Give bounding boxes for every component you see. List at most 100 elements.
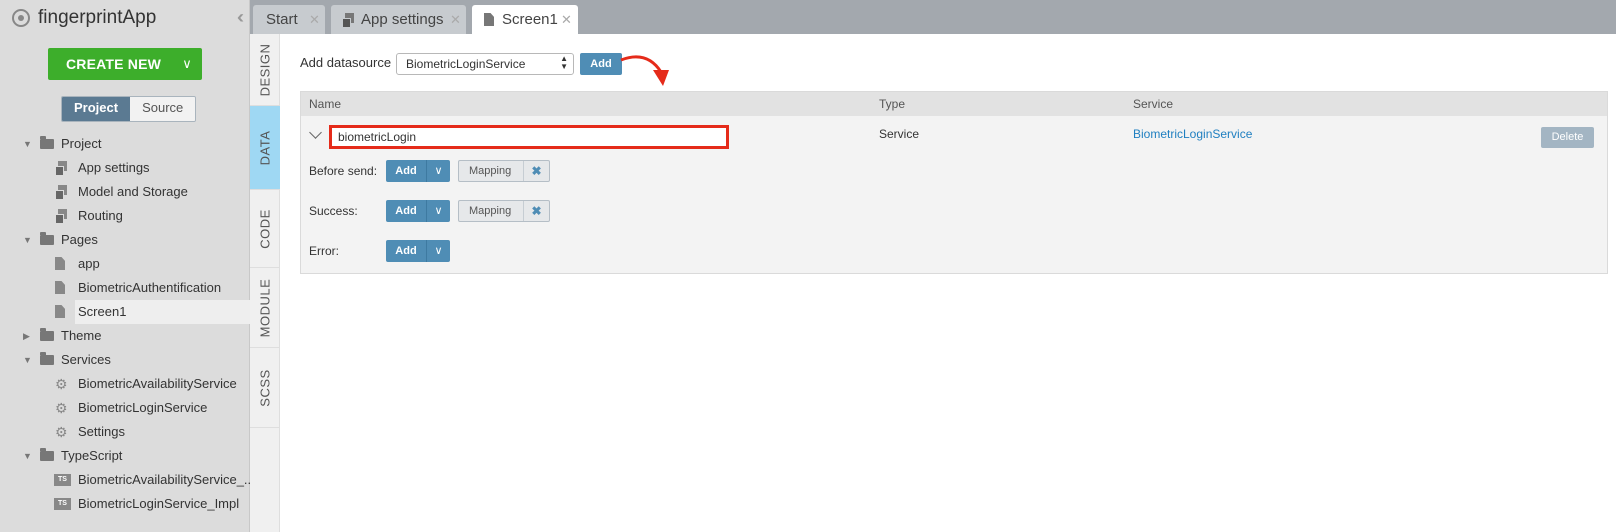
folder-icon: [40, 328, 54, 341]
tab-app-settings-label: App settings: [361, 11, 444, 28]
caret-down-icon[interactable]: ▼: [23, 444, 32, 468]
tree-item[interactable]: Model and Storage: [0, 180, 250, 204]
mapping-label: Mapping: [469, 205, 512, 217]
tree-item-label: Project: [61, 136, 102, 151]
tab-scss[interactable]: SCSS: [250, 348, 280, 428]
caret-right-icon[interactable]: ▶: [23, 324, 30, 348]
folder-icon: [40, 448, 54, 461]
editor-tab-bar: Start ✕ App settings ✕ Screen1 ✕: [250, 0, 1616, 34]
ts-icon: TS: [54, 474, 71, 486]
datasource-select[interactable]: BiometricLoginService ▲ ▼: [396, 53, 574, 75]
datasource-name-input[interactable]: biometricLogin: [329, 125, 729, 149]
tab-app-settings[interactable]: App settings ✕: [331, 5, 466, 34]
settings-icon: [55, 185, 68, 200]
tree-item[interactable]: app: [0, 252, 250, 276]
success-add-button[interactable]: Add ∨: [386, 200, 450, 222]
gear-icon: ⚙: [55, 376, 68, 392]
tree-item-label: Settings: [78, 424, 125, 439]
caret-down-icon[interactable]: ▼: [23, 348, 32, 372]
app-header: fingerprintApp: [0, 0, 249, 36]
error-label: Error:: [309, 244, 339, 258]
tab-screen1[interactable]: Screen1 ✕: [472, 5, 578, 34]
folder-icon: [40, 136, 54, 149]
tree-item[interactable]: ▼ Pages: [0, 228, 250, 252]
chevron-down-icon[interactable]: ∨: [427, 160, 450, 182]
close-icon[interactable]: ✕: [450, 5, 461, 34]
settings-icon: [55, 209, 68, 224]
add-label: Add: [395, 205, 417, 217]
page-icon: [484, 13, 494, 26]
chevron-down-icon[interactable]: [309, 126, 322, 139]
project-toggle[interactable]: Project: [62, 97, 131, 121]
project-source-switcher: Project Source: [61, 96, 197, 122]
tree-item[interactable]: App settings: [0, 156, 250, 180]
chevron-down-icon[interactable]: ∨: [427, 240, 450, 262]
tree-item-label: TypeScript: [61, 448, 123, 463]
data-panel: Add datasource BiometricLoginService ▲ ▼ …: [281, 34, 1616, 532]
tree-item[interactable]: TS BiometricLoginService_Impl: [0, 492, 250, 516]
tree-item[interactable]: BiometricAuthentification: [0, 276, 250, 300]
chevron-down-icon[interactable]: ∨: [427, 200, 450, 222]
chevron-down-icon[interactable]: ∨: [172, 56, 202, 72]
tree-item-label: BiometricLoginService_Impl: [78, 496, 240, 511]
tree-item[interactable]: ⚙ BiometricLoginService: [0, 396, 250, 420]
error-add-button[interactable]: Add ∨: [386, 240, 450, 262]
collapse-sidebar-icon[interactable]: ‹‹: [237, 7, 244, 28]
tree-item-label: Routing: [78, 208, 123, 223]
tree-item[interactable]: ▶ Theme: [0, 324, 250, 348]
tab-design[interactable]: DESIGN: [250, 34, 280, 106]
add-datasource-label: Add datasource: [300, 55, 392, 70]
tree-item[interactable]: ⚙ BiometricAvailabilityService: [0, 372, 250, 396]
caret-down-icon[interactable]: ▼: [23, 132, 32, 156]
view-mode-tabs: DESIGN DATA CODE MODULE SCSS: [250, 34, 280, 532]
tab-module[interactable]: MODULE: [250, 268, 280, 348]
tree-item[interactable]: ▼ Project: [0, 132, 250, 156]
tree-item[interactable]: TS BiometricAvailabilityService_...: [0, 468, 255, 492]
tree-item-label: App settings: [78, 160, 150, 175]
tree-item-label: Services: [61, 352, 111, 367]
tab-data[interactable]: DATA: [250, 106, 280, 190]
page-icon: [55, 257, 65, 270]
tree-item-label: Pages: [61, 232, 98, 247]
tree-item-label: Screen1: [78, 304, 127, 319]
ts-icon: TS: [54, 498, 71, 510]
tab-start[interactable]: Start ✕: [253, 5, 325, 34]
select-arrows-icon: ▲ ▼: [560, 54, 568, 71]
close-icon[interactable]: ✕: [561, 5, 572, 34]
project-tree: ▼ Project App settings Model and Storage Rou…: [0, 132, 255, 516]
before-send-label: Before send:: [309, 164, 378, 178]
caret-down-icon[interactable]: ▼: [23, 228, 32, 252]
tree-item-label: BiometricAuthentification: [78, 280, 222, 295]
add-datasource-button[interactable]: Add: [580, 53, 622, 75]
tree-item-label: BiometricLoginService: [78, 400, 208, 415]
tab-module-label: MODULE: [257, 278, 273, 337]
remove-icon[interactable]: ✖: [523, 201, 550, 221]
datasource-service-link[interactable]: BiometricLoginService: [1133, 127, 1252, 141]
tree-item[interactable]: ▼ TypeScript: [0, 444, 250, 468]
page-icon: [55, 305, 65, 318]
remove-icon[interactable]: ✖: [523, 161, 550, 181]
app-logo-icon: [12, 9, 30, 27]
mapping-chip[interactable]: Mapping ✖: [458, 160, 550, 182]
before-send-add-button[interactable]: Add ∨: [386, 160, 450, 182]
settings-icon: [55, 161, 68, 176]
create-new-button[interactable]: CREATE NEW ∨: [48, 48, 202, 80]
tree-item-label: app: [78, 256, 100, 271]
tree-item-selected[interactable]: Screen1: [0, 300, 250, 324]
tab-design-label: DESIGN: [257, 43, 273, 96]
gear-icon: ⚙: [55, 424, 68, 440]
page-icon: [55, 281, 65, 294]
tree-item[interactable]: ⚙ Settings: [0, 420, 250, 444]
tree-item[interactable]: ▼ Services: [0, 348, 250, 372]
tree-item-label: BiometricAvailabilityService: [78, 376, 237, 391]
close-icon[interactable]: ✕: [309, 5, 320, 34]
annotation-arrow-icon: [620, 55, 669, 86]
add-label: Add: [395, 245, 417, 257]
folder-icon: [40, 232, 54, 245]
mapping-chip[interactable]: Mapping ✖: [458, 200, 550, 222]
source-toggle[interactable]: Source: [130, 97, 196, 121]
delete-button[interactable]: Delete: [1541, 127, 1594, 148]
tree-item-label: Theme: [61, 328, 102, 343]
tree-item[interactable]: Routing: [0, 204, 250, 228]
tab-code[interactable]: CODE: [250, 190, 280, 268]
